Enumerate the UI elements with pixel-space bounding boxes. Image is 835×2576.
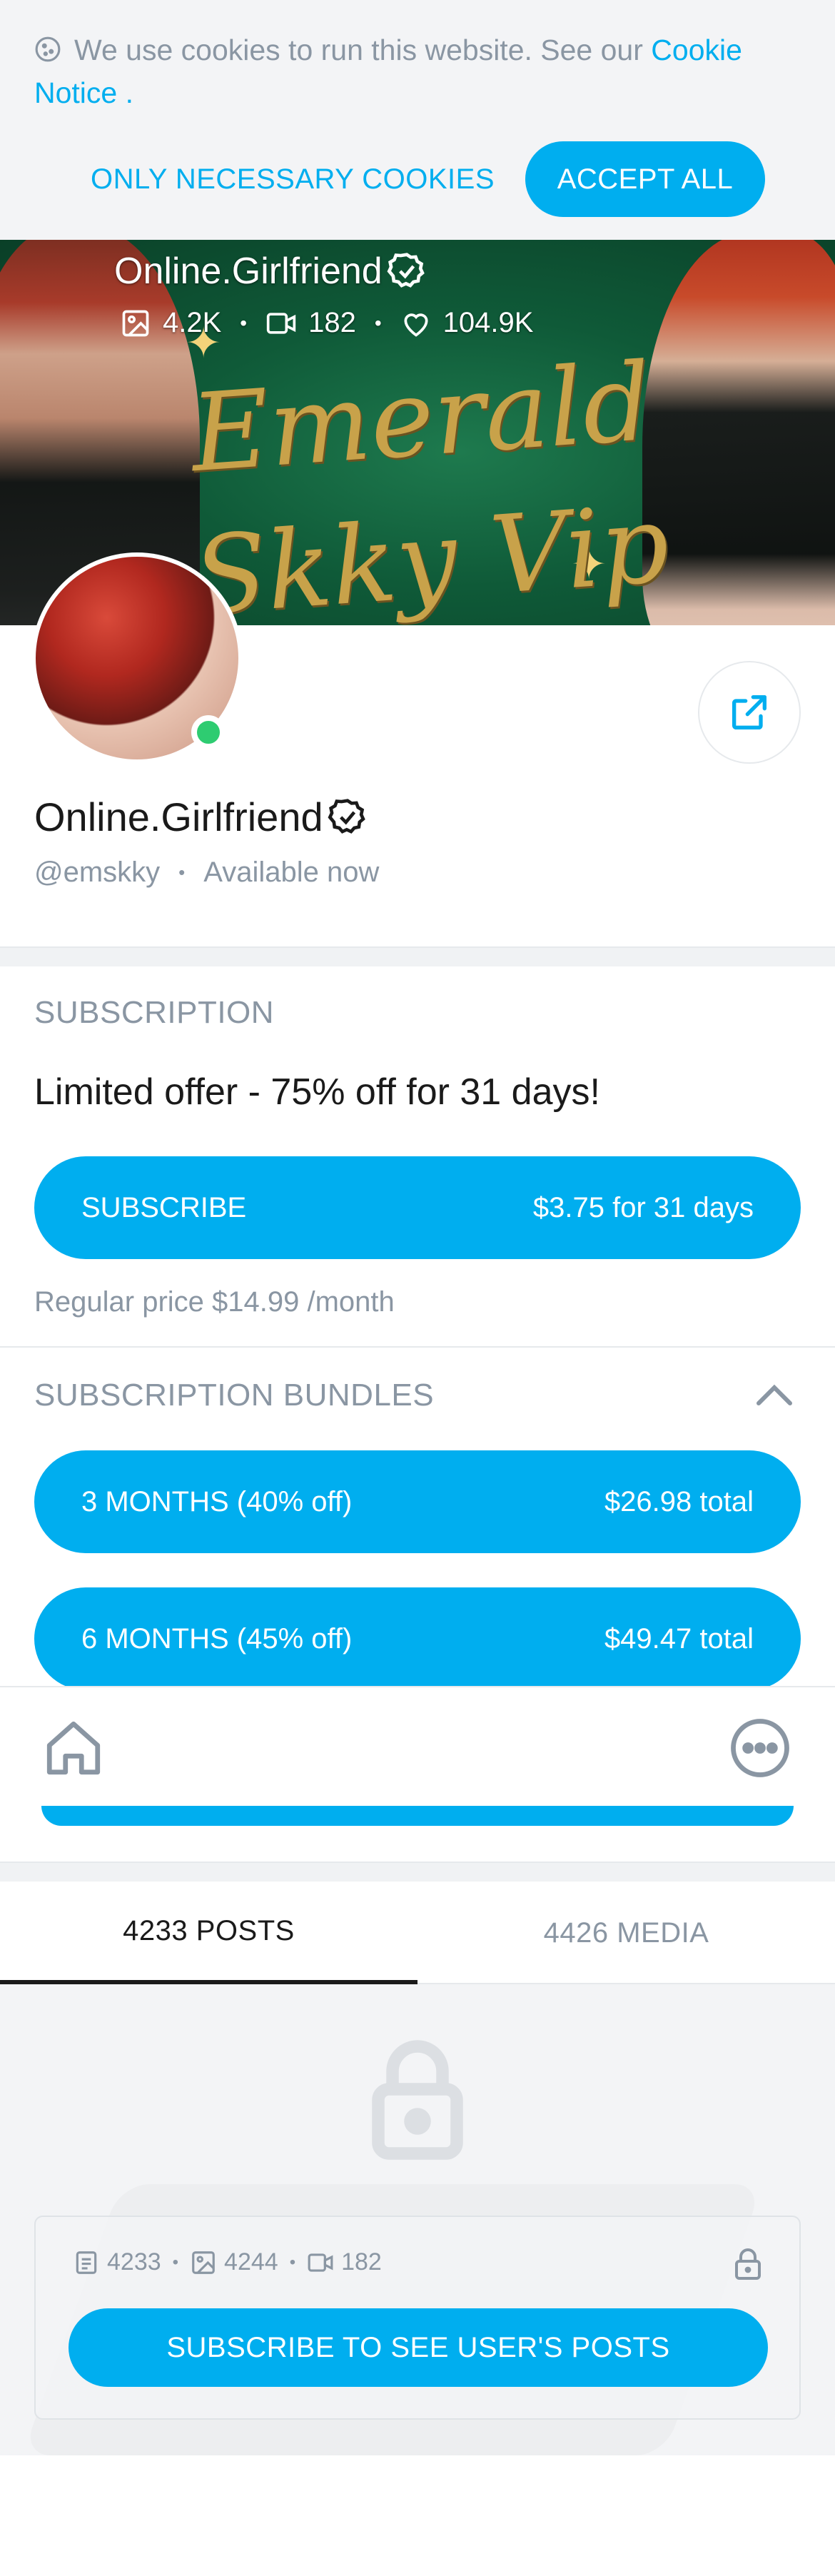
regular-price: Regular price $14.99 /month <box>34 1286 395 1318</box>
only-necessary-cookies-button[interactable]: ONLY NECESSARY COOKIES <box>86 141 500 217</box>
heart-icon <box>404 313 428 337</box>
bundle-price: $49.47 total <box>604 1622 754 1655</box>
locked-stats: 4233 • 4244 • 182 <box>73 2248 382 2276</box>
home-icon[interactable] <box>41 1716 106 1780</box>
separator-dot: • <box>289 2252 296 2272</box>
subscription-label: SUBSCRIPTION <box>34 995 275 1030</box>
verified-icon <box>387 253 425 288</box>
share-icon <box>732 695 766 729</box>
lock-icon <box>735 2248 761 2280</box>
content-tabs: 4233 POSTS 4426 MEDIA <box>0 1882 835 1984</box>
separator-dot: • <box>172 2252 179 2272</box>
bundle-3-months-button[interactable]: 3 MONTHS (40% off) $26.98 total <box>34 1450 801 1553</box>
subscribe-price: $3.75 for 31 days <box>532 1191 754 1223</box>
tab-posts[interactable]: 4233 POSTS <box>0 1882 418 1984</box>
section-divider <box>0 1346 835 1348</box>
image-icon <box>192 2251 215 2274</box>
share-button[interactable] <box>698 661 801 764</box>
bundle-price: $26.98 total <box>604 1485 754 1517</box>
profile-name: Online.Girlfriend <box>34 794 368 840</box>
bundle-6-months-button[interactable]: 6 MONTHS (45% off) $49.47 total <box>34 1587 801 1690</box>
profile-subline: @emskky • Available now <box>34 857 379 889</box>
bundles-label: SUBSCRIPTION BUNDLES <box>34 1378 435 1413</box>
cookie-icon <box>35 36 61 62</box>
separator-dot: • <box>374 311 382 334</box>
video-icon <box>308 2253 333 2272</box>
videos-count: 182 <box>308 307 356 338</box>
offer-text: Limited offer - 75% off for 31 days! <box>34 1071 600 1113</box>
photos-count: 4.2K <box>163 307 222 338</box>
section-divider <box>0 946 835 966</box>
hidden-bundle-button[interactable] <box>41 1806 794 1826</box>
post-icon <box>76 2251 97 2274</box>
separator-dot: • <box>178 862 186 883</box>
locked-posts-card: 4233 • 4244 • 182 SUBSCRIBE TO SEE USER'… <box>34 2216 801 2420</box>
banner-name: Online.Girlfriend <box>114 250 427 293</box>
chevron-up-icon[interactable] <box>753 1380 796 1409</box>
separator-dot: • <box>240 311 248 334</box>
profile-handle: @emskky <box>34 857 161 888</box>
video-icon <box>266 312 296 334</box>
tab-media[interactable]: 4426 MEDIA <box>418 1882 835 1984</box>
bundle-label: 3 MONTHS (40% off) <box>81 1485 353 1517</box>
bottom-nav <box>0 1686 835 1806</box>
section-divider <box>0 1862 835 1882</box>
availability-status: Available now <box>203 857 380 888</box>
accept-all-button[interactable]: ACCEPT ALL <box>525 141 765 217</box>
online-status-dot <box>191 715 226 749</box>
banner-stats: 4.2K • 182 • 104.9K <box>120 307 533 339</box>
lock-icon <box>372 2040 463 2160</box>
bundle-label: 6 MONTHS (45% off) <box>81 1622 353 1655</box>
videos-count: 182 <box>341 2248 382 2276</box>
subscribe-to-see-posts-button[interactable]: SUBSCRIBE TO SEE USER'S POSTS <box>69 2308 768 2387</box>
subscribe-button[interactable]: SUBSCRIBE $3.75 for 31 days <box>34 1156 801 1259</box>
likes-count: 104.9K <box>442 307 534 338</box>
more-icon[interactable] <box>728 1716 792 1780</box>
cookie-message: We use cookies to run this website. See … <box>74 34 643 66</box>
posts-count: 4233 <box>107 2248 161 2276</box>
cookie-banner: We use cookies to run this website. See … <box>0 0 835 240</box>
subscribe-label: SUBSCRIBE <box>81 1191 247 1223</box>
image-icon <box>122 310 149 336</box>
photos-count: 4244 <box>224 2248 278 2276</box>
banner-name-text: Online.Girlfriend <box>114 251 383 292</box>
profile-name-text: Online.Girlfriend <box>34 794 323 839</box>
verified-icon <box>328 798 365 834</box>
cookie-text: We use cookies to run this website. See … <box>34 29 805 114</box>
cookie-suffix: . <box>117 76 134 109</box>
